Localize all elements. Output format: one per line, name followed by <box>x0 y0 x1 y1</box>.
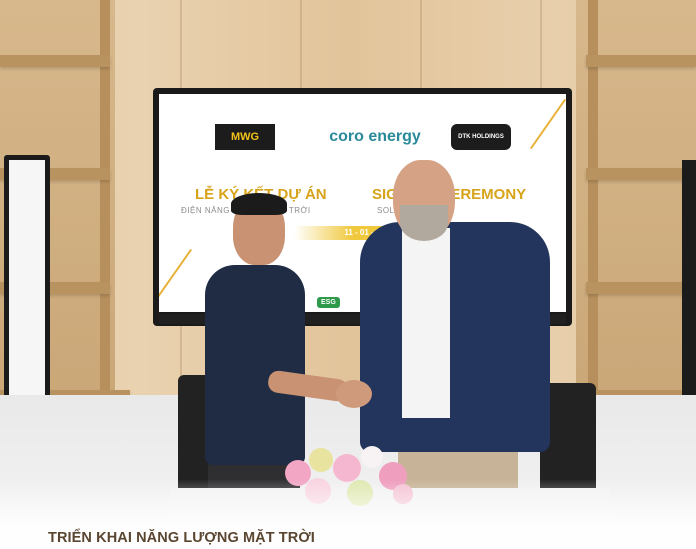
decor-stripe <box>159 248 193 300</box>
man-left-polo <box>205 265 305 465</box>
man-right-jacket <box>360 222 550 452</box>
flower <box>361 446 383 468</box>
man-right-beard <box>400 205 448 241</box>
shelf-board <box>586 168 696 180</box>
decor-stripe <box>529 98 566 150</box>
man-right-shirt <box>402 228 450 418</box>
mwg-logo: MWG <box>215 124 275 150</box>
esg-badge: ESG <box>317 297 340 308</box>
man-left-hair <box>231 193 287 215</box>
coro-energy-logo: coro energy <box>329 128 421 145</box>
flower <box>309 448 333 472</box>
shelf-board <box>586 55 696 67</box>
dtk-holdings-logo: DTK HOLDINGS <box>451 124 511 150</box>
flower <box>333 454 361 482</box>
shelf-board <box>586 282 696 294</box>
handshake <box>336 380 372 408</box>
shelf-board <box>0 55 110 67</box>
photo-caption: TRIỂN KHAI NĂNG LƯỢNG MẶT TRỜI <box>48 530 315 546</box>
signing-ceremony-photo: MWG coro energy DTK HOLDINGS LỄ KÝ KẾT D… <box>0 0 696 549</box>
